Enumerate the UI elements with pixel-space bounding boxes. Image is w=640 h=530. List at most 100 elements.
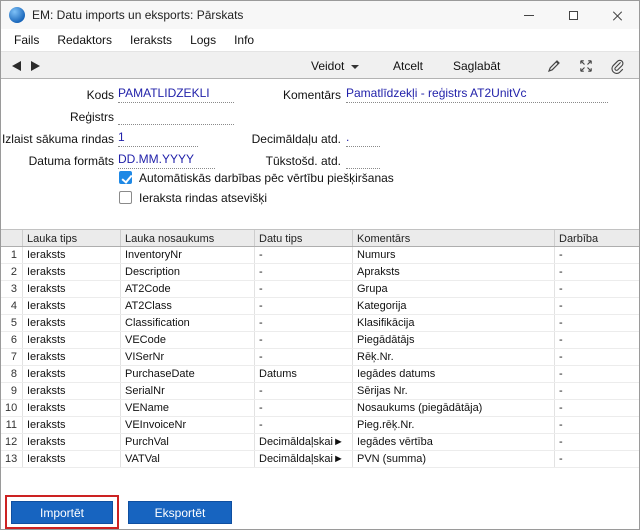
row-number: 12 — [1, 434, 23, 450]
datuma-label: Datuma formāts — [1, 154, 114, 168]
table-row[interactable]: 8IerakstsPurchaseDateDatumsIegādes datum… — [1, 366, 640, 383]
table-cell: Piegādātājs — [353, 332, 555, 348]
table-cell: Description — [121, 264, 255, 280]
table-cell: - — [555, 298, 640, 314]
table-cell: - — [555, 400, 640, 416]
table-cell: - — [255, 315, 353, 331]
table-cell: Apraksts — [353, 264, 555, 280]
menu-redaktors[interactable]: Redaktors — [48, 30, 121, 50]
export-button[interactable]: Eksportēt — [128, 501, 232, 524]
table-cell: Ieraksts — [23, 366, 121, 382]
tukstos-separator-field[interactable] — [346, 152, 380, 169]
row-number: 13 — [1, 451, 23, 467]
komentars-field[interactable]: Pamatlīdzekļi - reģistrs AT2UnitVc — [346, 86, 608, 103]
field-table: Lauka tipsLauka nosaukumsDatu tipsKoment… — [1, 229, 640, 468]
row-number: 10 — [1, 400, 23, 416]
table-row[interactable]: 13IerakstsVATValDecimāldaļskai►PVN (summ… — [1, 451, 640, 468]
kods-label: Kods — [1, 88, 114, 102]
close-button[interactable] — [595, 1, 639, 29]
separate-rows-checkbox-label: Ieraksta rindas atsevišķi — [139, 191, 267, 205]
izlaist-field[interactable]: 1 — [118, 130, 198, 147]
table-row[interactable]: 3IerakstsAT2Code-Grupa- — [1, 281, 640, 298]
table-cell: Ieraksts — [23, 400, 121, 416]
previous-record-icon[interactable] — [12, 61, 21, 71]
table-cell: Decimāldaļskai► — [255, 451, 353, 467]
table-cell: - — [555, 434, 640, 450]
table-row[interactable]: 4IerakstsAT2Class-Kategorija- — [1, 298, 640, 315]
table-cell: - — [255, 400, 353, 416]
table-row[interactable]: 7IerakstsVISerNr-Rēķ.Nr.- — [1, 349, 640, 366]
table-cell: - — [255, 349, 353, 365]
table-cell: - — [255, 281, 353, 297]
table-cell: Sērijas Nr. — [353, 383, 555, 399]
auto-actions-checkbox-label: Automātiskās darbības pēc vērtību piešķi… — [139, 171, 394, 185]
maximize-button[interactable] — [551, 1, 595, 29]
import-button[interactable]: Importēt — [11, 501, 113, 524]
table-cell: Rēķ.Nr. — [353, 349, 555, 365]
izlaist-label: Izlaist sākuma rindas — [1, 132, 114, 146]
table-row[interactable]: 1IerakstsInventoryNr-Numurs- — [1, 247, 640, 264]
table-header-row: Lauka tipsLauka nosaukumsDatu tipsKoment… — [1, 229, 640, 247]
menu-ieraksts[interactable]: Ieraksts — [121, 30, 181, 50]
table-cell: - — [255, 417, 353, 433]
window-title: EM: Datu imports un eksports: Pārskats — [32, 8, 243, 22]
row-number: 11 — [1, 417, 23, 433]
menu-fails[interactable]: Fails — [5, 30, 48, 50]
table-cell: AT2Code — [121, 281, 255, 297]
auto-actions-checkbox[interactable] — [119, 171, 132, 184]
expand-icon[interactable] — [578, 58, 594, 74]
registrs-field[interactable] — [118, 108, 234, 125]
column-header: Lauka tips — [23, 230, 121, 246]
table-cell: VEInvoiceNr — [121, 417, 255, 433]
table-row[interactable]: 9IerakstsSerialNr-Sērijas Nr.- — [1, 383, 640, 400]
chevron-down-icon — [351, 65, 359, 69]
table-cell: Ieraksts — [23, 383, 121, 399]
decimal-separator-field[interactable]: . — [346, 130, 380, 147]
table-cell: - — [255, 298, 353, 314]
row-number: 9 — [1, 383, 23, 399]
table-row[interactable]: 5IerakstsClassification-Klasifikācija- — [1, 315, 640, 332]
column-header — [1, 230, 23, 246]
next-record-icon[interactable] — [31, 61, 40, 71]
field-table-body: 1IerakstsInventoryNr-Numurs-2IerakstsDes… — [1, 247, 640, 468]
table-row[interactable]: 10IerakstsVEName-Nosaukums (piegādātāja)… — [1, 400, 640, 417]
table-cell: - — [555, 417, 640, 433]
table-row[interactable]: 6IerakstsVECode-Piegādātājs- — [1, 332, 640, 349]
minimize-button[interactable] — [507, 1, 551, 29]
save-button[interactable]: Saglabāt — [453, 59, 500, 73]
row-number: 6 — [1, 332, 23, 348]
table-cell: Datums — [255, 366, 353, 382]
table-cell: SerialNr — [121, 383, 255, 399]
menu-bar: FailsRedaktorsIerakstsLogsInfo — [1, 29, 639, 51]
table-cell: - — [255, 332, 353, 348]
table-row[interactable]: 11IerakstsVEInvoiceNr-Pieg.rēķ.Nr.- — [1, 417, 640, 434]
table-cell: InventoryNr — [121, 247, 255, 263]
separate-rows-checkbox[interactable] — [119, 191, 132, 204]
row-number: 5 — [1, 315, 23, 331]
attachment-icon[interactable] — [609, 58, 625, 74]
column-header: Darbība — [555, 230, 640, 246]
table-cell: AT2Class — [121, 298, 255, 314]
kods-field[interactable]: PAMATLIDZEKLI — [118, 86, 234, 103]
menu-info[interactable]: Info — [225, 30, 263, 50]
table-cell: VEName — [121, 400, 255, 416]
table-cell: Grupa — [353, 281, 555, 297]
maximize-icon — [569, 11, 578, 20]
pen-icon[interactable] — [546, 58, 562, 74]
table-cell: Numurs — [353, 247, 555, 263]
app-window: EM: Datu imports un eksports: Pārskats F… — [0, 0, 640, 530]
table-cell: PurchaseDate — [121, 366, 255, 382]
close-icon — [612, 10, 623, 21]
datuma-field[interactable]: DD.MM.YYYY — [118, 152, 215, 169]
table-cell: Ieraksts — [23, 247, 121, 263]
table-cell: - — [555, 264, 640, 280]
cancel-button[interactable]: Atcelt — [393, 59, 423, 73]
create-dropdown[interactable]: Veidot — [311, 59, 359, 73]
table-cell: Ieraksts — [23, 264, 121, 280]
table-row[interactable]: 12IerakstsPurchValDecimāldaļskai►Iegādes… — [1, 434, 640, 451]
table-cell: VECode — [121, 332, 255, 348]
column-header: Lauka nosaukums — [121, 230, 255, 246]
menu-logs[interactable]: Logs — [181, 30, 225, 50]
table-row[interactable]: 2IerakstsDescription-Apraksts- — [1, 264, 640, 281]
row-number: 8 — [1, 366, 23, 382]
